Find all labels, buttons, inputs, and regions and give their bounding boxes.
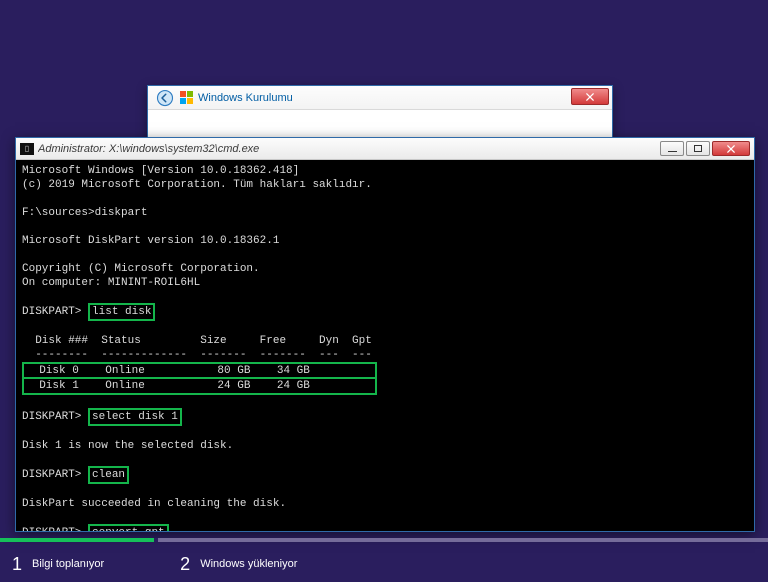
setup-progress-bar — [0, 538, 768, 542]
diskpart-prompt: DISKPART> — [22, 306, 81, 318]
cmd-output-area[interactable]: Microsoft Windows [Version 10.0.18362.41… — [16, 160, 754, 531]
cmd-line: (c) 2019 Microsoft Corporation. Tüm hakl… — [22, 179, 372, 191]
cmd-window-controls — [660, 141, 750, 156]
cmd-title: Administrator: X:\windows\system32\cmd.e… — [38, 143, 660, 155]
highlighted-command: clean — [88, 466, 129, 484]
cmd-window-icon: ▯ — [20, 143, 34, 155]
cmd-close-button[interactable] — [712, 141, 750, 156]
step-label: Bilgi toplanıyor — [32, 558, 104, 570]
setup-step-1: 1 Bilgi toplanıyor — [0, 554, 104, 575]
cmd-titlebar[interactable]: ▯ Administrator: X:\windows\system32\cmd… — [16, 138, 754, 160]
progress-segment-done — [0, 538, 154, 542]
wizard-close-button[interactable] — [571, 88, 609, 105]
setup-steps-row: 1 Bilgi toplanıyor 2 Windows yükleniyor — [0, 546, 768, 582]
cmd-line: Disk 1 is now the selected disk. — [22, 440, 233, 452]
table-divider: -------- ------------- ------- ------- -… — [35, 349, 372, 361]
close-icon — [727, 145, 735, 153]
diskpart-prompt: DISKPART> — [22, 469, 81, 481]
step-label: Windows yükleniyor — [200, 558, 297, 570]
cmd-prompt: F:\sources> — [22, 207, 95, 219]
highlighted-command: list disk — [88, 303, 155, 321]
cmd-line: Microsoft Windows [Version 10.0.18362.41… — [22, 165, 299, 177]
wizard-back-button[interactable] — [152, 86, 178, 110]
highlighted-command: convert gpt — [88, 524, 169, 531]
setup-step-2: 2 Windows yükleniyor — [168, 554, 297, 575]
windows-setup-desktop: Windows Kurulumu ▯ Administrator: X:\win… — [0, 0, 768, 582]
wizard-titlebar: Windows Kurulumu — [148, 86, 612, 110]
wizard-title: Windows Kurulumu — [198, 92, 293, 104]
progress-segment-rest — [158, 538, 768, 542]
step-number: 1 — [12, 554, 22, 575]
windows-flag-icon — [180, 91, 194, 105]
diskpart-prompt: DISKPART> — [22, 527, 81, 531]
maximize-icon — [694, 145, 702, 152]
diskpart-prompt: DISKPART> — [22, 411, 81, 423]
cmd-minimize-button[interactable] — [660, 141, 684, 156]
cmd-maximize-button[interactable] — [686, 141, 710, 156]
cmd-line: Microsoft DiskPart version 10.0.18362.1 — [22, 235, 279, 247]
highlighted-row: Disk 0 Online 80 GB 34 GB — [22, 362, 377, 378]
cmd-line: DiskPart succeeded in cleaning the disk. — [22, 498, 286, 510]
step-number: 2 — [180, 554, 190, 575]
setup-wizard-window: Windows Kurulumu — [147, 85, 613, 145]
cmd-line: On computer: MININT-ROIL6HL — [22, 277, 200, 289]
cmd-command: diskpart — [95, 207, 148, 219]
highlighted-command: select disk 1 — [88, 408, 182, 426]
cmd-window: ▯ Administrator: X:\windows\system32\cmd… — [15, 137, 755, 532]
close-icon — [586, 93, 594, 101]
cmd-line: Copyright (C) Microsoft Corporation. — [22, 263, 260, 275]
minimize-icon — [668, 151, 677, 152]
back-arrow-icon — [156, 89, 174, 107]
table-header: Disk ### Status Size Free Dyn Gpt — [35, 335, 372, 347]
highlighted-row: Disk 1 Online 24 GB 24 GB — [22, 377, 377, 395]
